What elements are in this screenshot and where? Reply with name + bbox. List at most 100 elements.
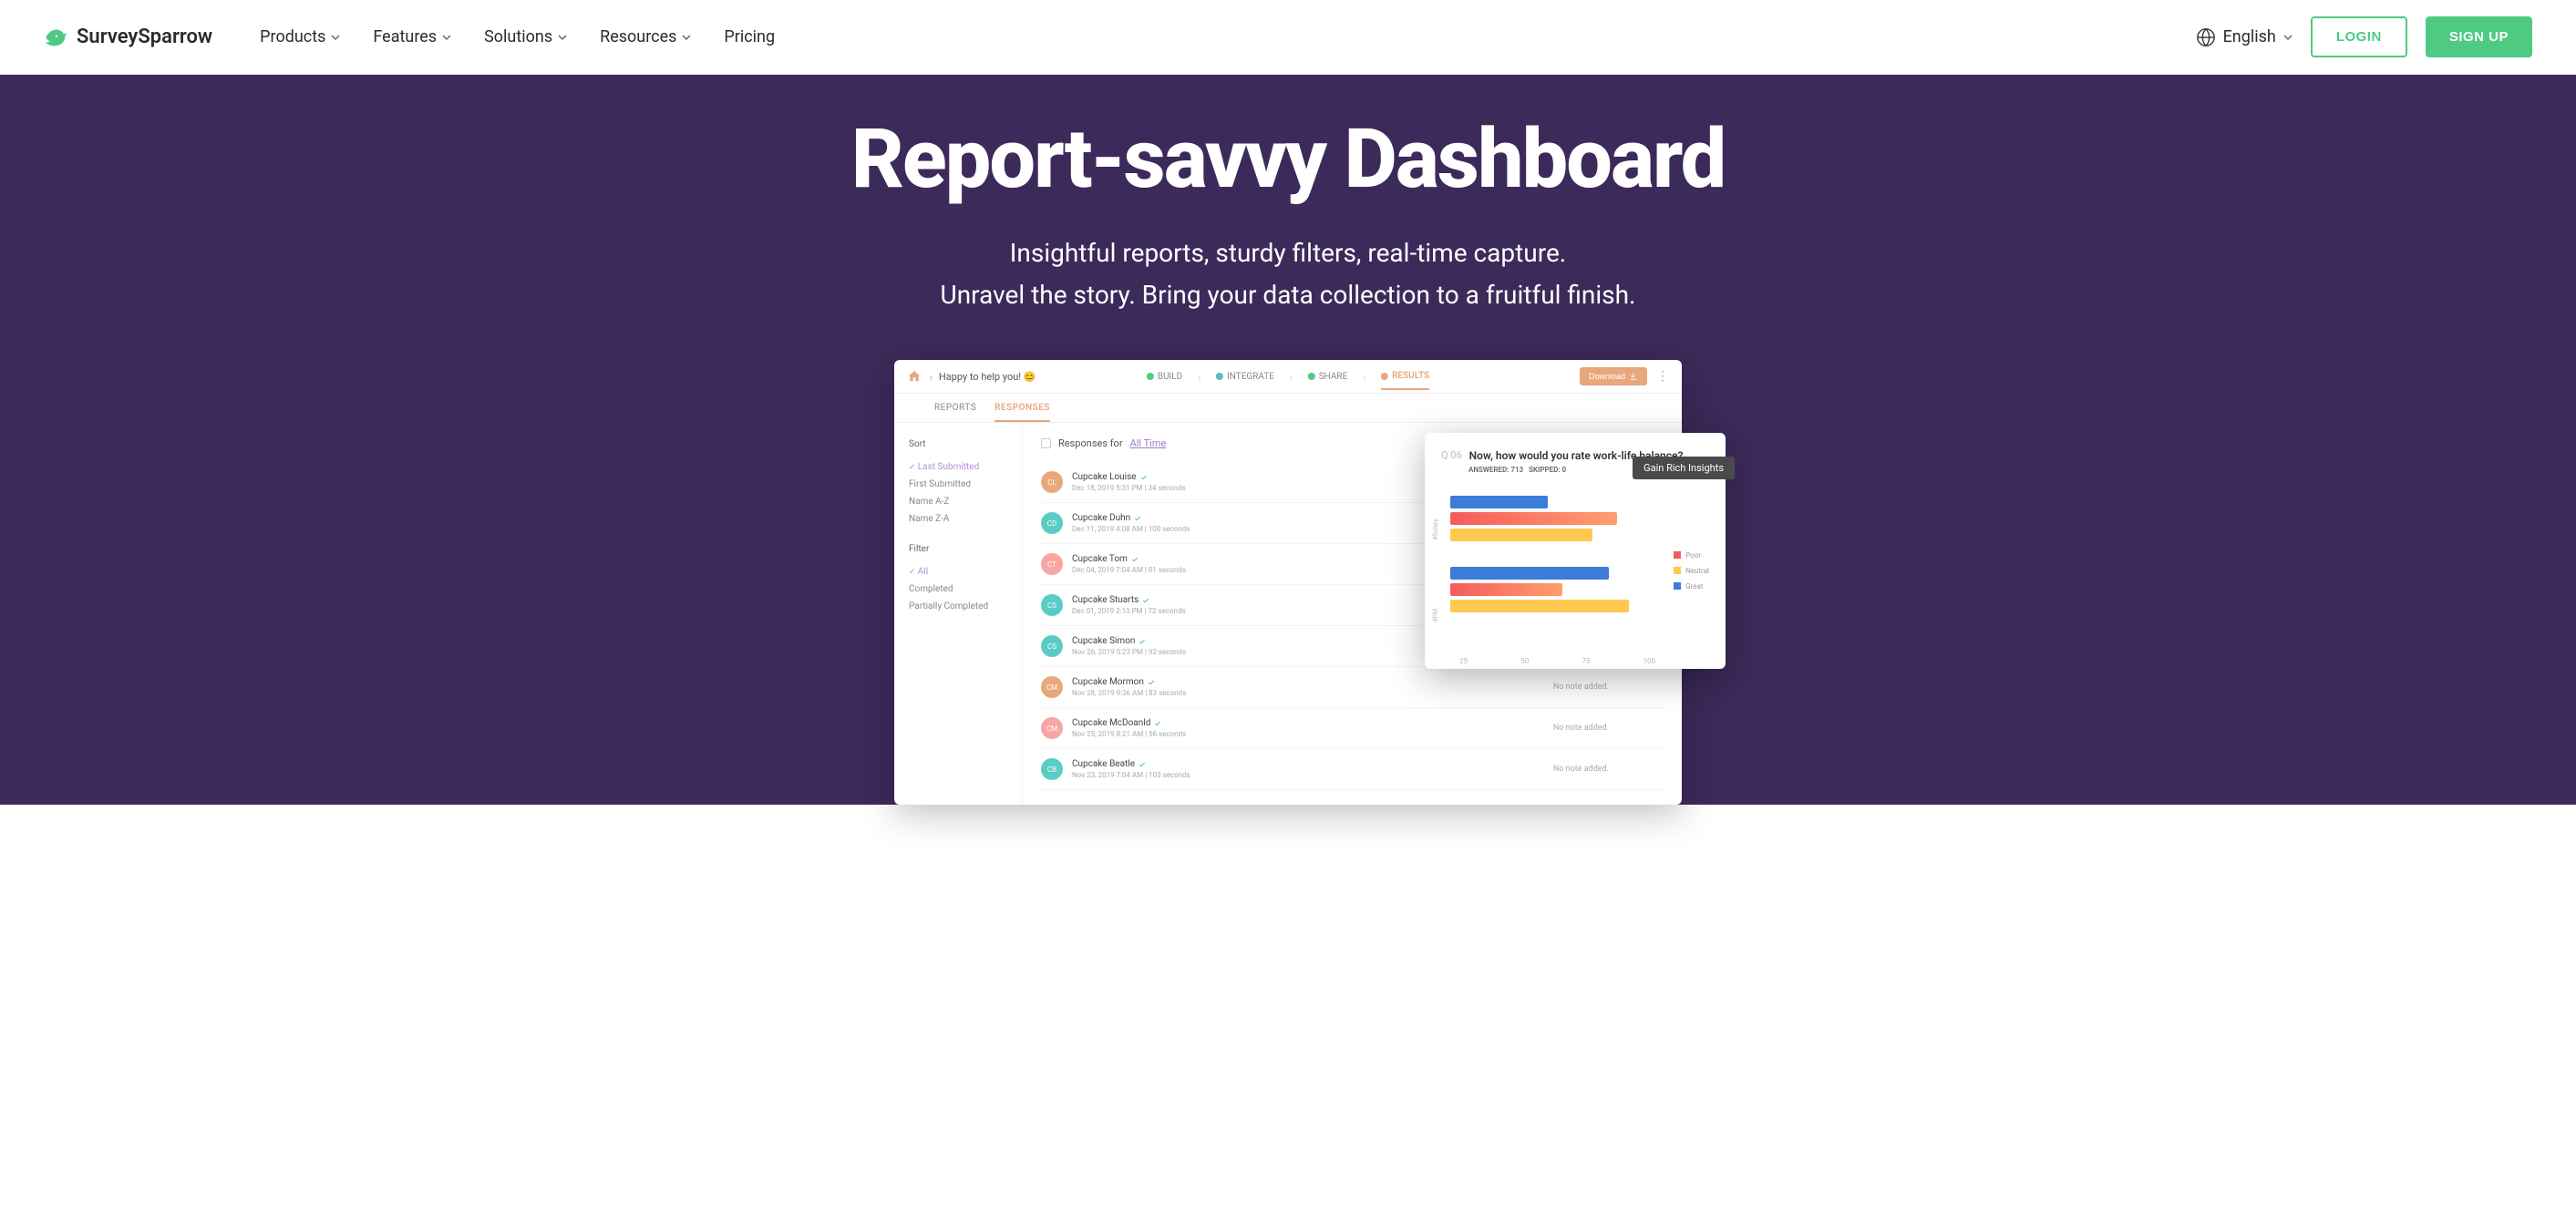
avatar: CM [1041,676,1063,698]
avatar: CS [1041,594,1063,616]
filter-partial[interactable]: Partially Completed [909,598,1007,615]
download-button[interactable]: Download [1580,367,1647,385]
hero-subtitle-1: Insightful reports, sturdy filters, real… [0,232,2576,274]
survey-title: Happy to help you! 😊 [939,371,1036,383]
verified-icon [1139,761,1146,768]
chart-bar [1450,567,1609,580]
chart-bar [1450,496,1548,508]
response-name: Cupcake Mormon [1072,677,1186,687]
chart-bar [1450,583,1562,596]
response-meta: Nov 26, 2019 5:23 PM | 92 seconds [1072,648,1186,656]
timerange-link[interactable]: All Time [1130,437,1167,449]
home-icon[interactable] [907,369,922,384]
dashboard-tabs: REPORTS RESPONSES [894,394,1682,423]
dashboard-topbar: › Happy to help you! 😊 BUILD › INTEGRATE… [894,360,1682,394]
chevron-down-icon [2283,33,2293,42]
response-meta: Dec 11, 2019 4:08 AM | 100 seconds [1072,525,1190,533]
response-name: Cupcake Tom [1072,554,1186,564]
brand-name: SurveySparrow [77,26,212,48]
legend-neutral: Neutral [1674,567,1709,575]
step-share[interactable]: SHARE [1308,372,1348,382]
insights-card: Gain Rich Insights Q 06 Now, how would y… [1425,433,1726,669]
verified-icon [1140,474,1148,481]
step-integrate[interactable]: INTEGRATE [1216,372,1274,382]
logo[interactable]: SurveySparrow [44,25,212,50]
header-right: English LOGIN SIGN UP [2196,16,2532,57]
y-axis: #Salary #PM [1425,488,1447,652]
dashboard-preview: › Happy to help you! 😊 BUILD › INTEGRATE… [894,360,1682,805]
response-name: Cupcake Duhn [1072,513,1190,523]
filter-completed[interactable]: Completed [909,580,1007,598]
chart-bar [1450,529,1592,541]
verified-icon [1148,679,1155,686]
verified-icon [1142,597,1149,604]
chevron-down-icon [442,33,451,42]
hero-subtitle-2: Unravel the story. Bring your data colle… [0,274,2576,316]
nav-resources[interactable]: Resources [600,27,691,46]
tab-responses[interactable]: RESPONSES [994,403,1050,422]
chevron-down-icon [331,33,340,42]
select-all-checkbox[interactable] [1041,438,1051,448]
main-nav: Products Features Solutions Resources Pr… [260,27,775,46]
step-build[interactable]: BUILD [1147,372,1182,382]
sort-name-za[interactable]: Name Z-A [909,510,1007,528]
download-icon [1629,372,1638,381]
nav-features[interactable]: Features [373,27,451,46]
site-header: SurveySparrow Products Features Solution… [0,0,2576,75]
nav-products[interactable]: Products [260,27,340,46]
response-meta: Nov 25, 2019 8:21 AM | 56 seconds [1072,730,1186,738]
sort-first-submitted[interactable]: First Submitted [909,476,1007,493]
response-row[interactable]: CM Cupcake Mormon Nov 28, 2019 9:36 AM |… [1041,667,1664,708]
sort-name-az[interactable]: Name A-Z [909,493,1007,510]
chart-bar [1450,600,1629,612]
filter-all[interactable]: All [909,563,1007,580]
tab-reports[interactable]: REPORTS [934,403,976,422]
more-icon[interactable]: ⋮ [1656,369,1669,384]
sort-last-submitted[interactable]: Last Submitted [909,458,1007,476]
verified-icon [1131,556,1139,563]
response-meta: Dec 04, 2019 7:04 AM | 81 seconds [1072,566,1186,574]
response-row[interactable]: CB Cupcake Beatle Nov 23, 2019 7:04 AM |… [1041,749,1664,790]
response-note: No note added. [1553,765,1609,774]
x-axis: 25 50 75 100 [1450,657,1664,665]
step-results[interactable]: RESULTS [1381,371,1429,390]
verified-icon [1154,720,1161,727]
login-button[interactable]: LOGIN [2311,16,2407,57]
avatar: CT [1041,553,1063,575]
response-meta: Dec 01, 2019 2:10 PM | 72 seconds [1072,607,1186,615]
avatar: CB [1041,758,1063,780]
sparrow-icon [44,25,69,50]
signup-button[interactable]: SIGN UP [2426,16,2532,57]
legend-poor: Poor [1674,551,1709,560]
response-meta: Dec 18, 2019 5:31 PM | 34 seconds [1072,484,1186,492]
response-meta: Nov 28, 2019 9:36 AM | 83 seconds [1072,689,1186,697]
response-note: No note added. [1553,724,1609,733]
sort-heading: Sort [909,439,1007,449]
chevron-down-icon [558,33,567,42]
avatar: CL [1041,471,1063,493]
response-name: Cupcake Beatle [1072,759,1190,769]
language-selector[interactable]: English [2196,27,2293,47]
verified-icon [1139,638,1146,645]
response-name: Cupcake McDoanld [1072,718,1186,728]
legend-great: Great [1674,582,1709,591]
avatar: CD [1041,512,1063,534]
chevron-down-icon [682,33,691,42]
chart-bars: #Salary #PM 25 50 75 100 [1441,488,1664,652]
chart-bar [1450,512,1617,525]
response-note: No note added. [1553,683,1609,692]
response-name: Cupcake Stuarts [1072,595,1186,605]
workflow-steps: BUILD › INTEGRATE › SHARE › RESULTS [1147,368,1429,385]
hero-title: Report-savvy Dashboard [0,111,2576,207]
response-name: Cupcake Simon [1072,636,1186,646]
sidebar: Sort Last Submitted First Submitted Name… [894,423,1022,805]
chart-legend: Poor Neutral Great [1674,551,1709,591]
response-row[interactable]: CM Cupcake McDoanld Nov 25, 2019 8:21 AM… [1041,708,1664,749]
nav-pricing[interactable]: Pricing [724,27,775,46]
insights-tooltip: Gain Rich Insights [1633,457,1735,479]
avatar: CS [1041,635,1063,657]
hero-section: Report-savvy Dashboard Insightful report… [0,75,2576,805]
nav-solutions[interactable]: Solutions [484,27,567,46]
response-name: Cupcake Louise [1072,472,1186,482]
filter-heading: Filter [909,544,1007,554]
